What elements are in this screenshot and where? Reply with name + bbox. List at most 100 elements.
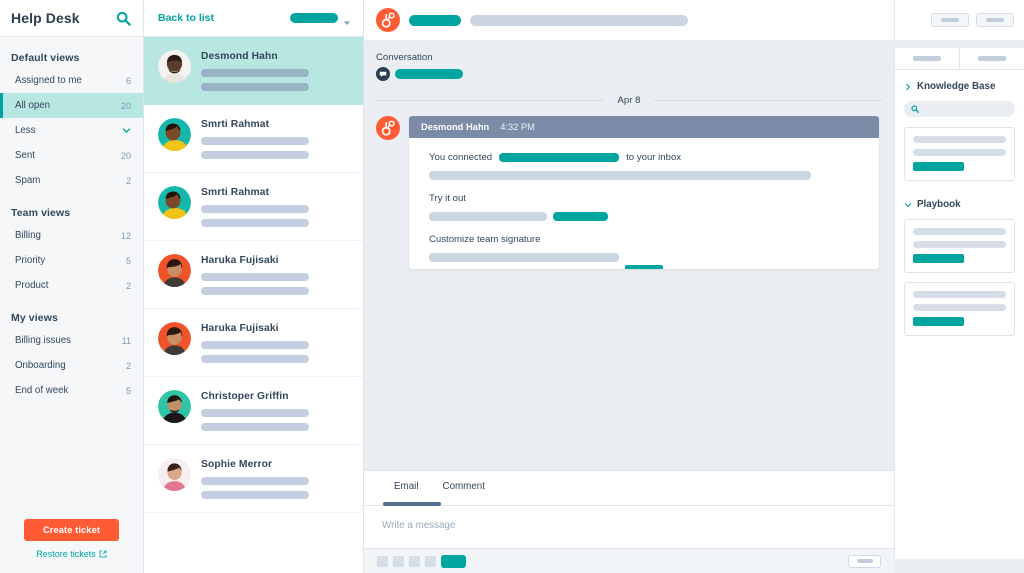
right-tab-1[interactable] xyxy=(895,48,960,69)
sidebar-item-spam[interactable]: Spam 2 xyxy=(0,168,143,193)
sidebar-item-all-open[interactable]: All open 20 xyxy=(0,93,143,118)
sidebar-item-sent[interactable]: Sent 20 xyxy=(0,143,143,168)
card-line xyxy=(913,304,1006,311)
list-item-name: Christoper Griffin xyxy=(201,391,349,402)
sidebar-item-count: 2 xyxy=(126,281,131,291)
avatar xyxy=(158,50,191,83)
create-ticket-button[interactable]: Create ticket xyxy=(24,519,119,541)
knowledge-base-section-header[interactable]: Knowledge Base xyxy=(904,81,1015,92)
sidebar-item-label: Onboarding xyxy=(15,360,66,371)
composer-tabs: Email Comment xyxy=(364,471,894,502)
sidebar-item-label: All open xyxy=(15,100,50,111)
card-action-button[interactable] xyxy=(913,317,964,326)
sidebar-item-count: 20 xyxy=(121,151,131,161)
sidebar-item-label: Priority xyxy=(15,255,45,266)
sidebar-item-billing[interactable]: Billing 12 xyxy=(0,223,143,248)
right-sidebar-toolbar xyxy=(894,0,1024,41)
message-sender: Desmond Hahn xyxy=(421,122,489,132)
button-label-placeholder xyxy=(986,18,1004,22)
sidebar-item-label: Product xyxy=(15,280,48,291)
list-item[interactable]: Smrti Rahmat xyxy=(144,105,363,173)
playbook-card[interactable] xyxy=(904,219,1015,273)
format-bold-icon[interactable] xyxy=(377,556,388,567)
message-time: 4:32 PM xyxy=(500,122,535,132)
body-placeholder xyxy=(429,171,811,180)
sidebar-item-onboarding[interactable]: Onboarding 2 xyxy=(0,353,143,378)
restore-tickets-link[interactable]: Restore tickets xyxy=(0,549,143,559)
message-input[interactable]: Write a message xyxy=(364,506,894,548)
list-item[interactable]: Smrti Rahmat xyxy=(144,173,363,241)
divider xyxy=(654,100,882,101)
send-button[interactable] xyxy=(441,555,466,568)
list-item-name: Sophie Merror xyxy=(201,459,349,470)
composer-secondary-button[interactable] xyxy=(848,555,881,568)
list-header: Back to list xyxy=(144,0,363,37)
list-item[interactable]: Christoper Griffin xyxy=(144,377,363,445)
sidebar-item-count: 6 xyxy=(126,76,131,86)
tab-email[interactable]: Email xyxy=(382,481,431,492)
card-action-button[interactable] xyxy=(913,162,964,171)
sidebar-group-label: My views xyxy=(0,298,143,328)
toolbar-button-2[interactable] xyxy=(976,13,1014,27)
chat-bubble-icon xyxy=(376,67,390,81)
list-item-content: Smrti Rahmat xyxy=(201,118,349,159)
list-filter-dropdown[interactable] xyxy=(290,13,351,23)
link-icon[interactable] xyxy=(425,556,436,567)
caret-down-icon xyxy=(343,14,351,22)
list-item-name: Smrti Rahmat xyxy=(201,119,349,130)
avatar xyxy=(158,186,191,219)
tab-label-placeholder xyxy=(913,56,941,61)
card-line xyxy=(913,136,1006,143)
list-item-content: Desmond Hahn xyxy=(201,50,349,91)
avatar xyxy=(158,322,191,355)
restore-tickets-label: Restore tickets xyxy=(36,549,96,559)
knowledge-base-search-input[interactable] xyxy=(904,101,1015,117)
card-line xyxy=(913,241,1006,248)
active-tab-indicator xyxy=(383,502,441,506)
message-line-3: Customize team signature xyxy=(429,234,859,245)
list-item-name: Desmond Hahn xyxy=(201,51,349,62)
list-item[interactable]: Haruka Fujisaki xyxy=(144,309,363,377)
button-label-placeholder xyxy=(941,18,959,22)
conversation-section-label: Conversation xyxy=(364,52,894,67)
cta-button-clipped[interactable] xyxy=(625,265,663,269)
list-item[interactable]: Haruka Fujisaki xyxy=(144,241,363,309)
hubspot-sprocket-icon xyxy=(376,8,400,32)
sidebar-item-less[interactable]: Less xyxy=(0,118,143,143)
attachment-icon[interactable] xyxy=(393,556,404,567)
app-title: Help Desk xyxy=(11,10,80,26)
card-line xyxy=(913,228,1006,235)
chevron-right-icon xyxy=(904,83,912,91)
right-tab-2[interactable] xyxy=(960,48,1024,69)
tab-comment[interactable]: Comment xyxy=(431,481,497,492)
toolbar-subject-placeholder xyxy=(409,15,461,26)
card-action-button[interactable] xyxy=(913,254,964,263)
sidebar-item-priority[interactable]: Priority 5 xyxy=(0,248,143,273)
knowledge-base-result-card[interactable] xyxy=(904,127,1015,181)
list-item-preview-line xyxy=(201,341,309,349)
sidebar-item-billing-issues[interactable]: Billing issues 11 xyxy=(0,328,143,353)
sidebar-item-end-of-week[interactable]: End of week 5 xyxy=(0,378,143,403)
message-composer: Email Comment Write a message xyxy=(364,470,894,573)
sidebar-item-label: End of week xyxy=(15,385,68,396)
cta-placeholder[interactable] xyxy=(553,212,608,221)
playbook-card[interactable] xyxy=(904,282,1015,336)
list-item-preview-line xyxy=(201,423,309,431)
conversation-list[interactable]: Desmond Hahn Smrti Rahmat xyxy=(144,37,363,573)
toolbar-button-1[interactable] xyxy=(931,13,969,27)
message-line-1-prefix: You connected xyxy=(429,152,492,163)
playbook-section-header[interactable]: Playbook xyxy=(904,199,1015,210)
avatar xyxy=(158,118,191,151)
list-item[interactable]: Desmond Hahn xyxy=(144,37,363,105)
emoji-icon[interactable] xyxy=(409,556,420,567)
list-item[interactable]: Sophie Merror xyxy=(144,445,363,513)
playbook-section: Playbook xyxy=(895,190,1024,345)
sidebar-item-product[interactable]: Product 2 xyxy=(0,273,143,298)
back-to-list-link[interactable]: Back to list xyxy=(158,12,214,24)
sidebar-item-count: 2 xyxy=(126,361,131,371)
sidebar-item-assigned-to-me[interactable]: Assigned to me 6 xyxy=(0,68,143,93)
body-placeholder xyxy=(429,253,619,262)
sidebar-item-label: Assigned to me xyxy=(15,75,82,86)
search-icon[interactable] xyxy=(116,11,131,26)
list-item-preview-line xyxy=(201,205,309,213)
